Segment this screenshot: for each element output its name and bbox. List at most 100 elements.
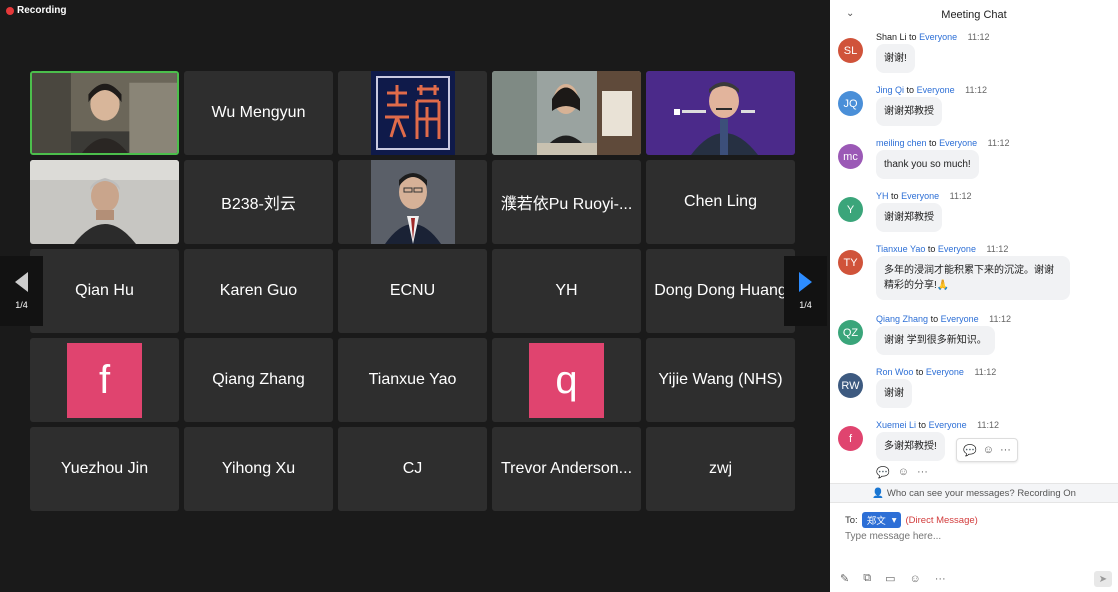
chat-header: ⌄ Meeting Chat	[830, 0, 1118, 30]
message-actions-row: 💬 ☺ ···	[876, 466, 928, 479]
sender-name[interactable]: YH	[876, 191, 889, 201]
emoji-icon[interactable]: ☺	[909, 573, 920, 585]
participant-tile[interactable]: ECNU	[338, 249, 487, 333]
participant-tile[interactable]: Chen Ling	[646, 160, 795, 244]
participant-tile[interactable]: Karen Guo	[184, 249, 333, 333]
recipient-name[interactable]: Everyone	[901, 191, 939, 201]
avatar: f	[838, 426, 863, 451]
chevron-down-icon[interactable]: ⌄	[846, 8, 854, 19]
message-bubble[interactable]: 多谢郑教授!	[876, 432, 945, 461]
reply-icon[interactable]: 💬	[963, 444, 977, 457]
participant-tile[interactable]: Yihong Xu	[184, 427, 333, 511]
participant-tile[interactable]: Dong Dong Huang	[646, 249, 795, 333]
previous-page-button[interactable]: 1/4	[0, 256, 43, 326]
privacy-notice[interactable]: 👤 Who can see your messages? Recording O…	[830, 483, 1118, 503]
participant-tile[interactable]: B238-刘云	[184, 160, 333, 244]
sender-name[interactable]: Qiang Zhang	[876, 314, 928, 324]
participant-tile[interactable]: Yuezhou Jin	[30, 427, 179, 511]
recording-indicator[interactable]: Recording	[6, 5, 66, 16]
more-icon[interactable]: ···	[935, 573, 946, 585]
message-bubble[interactable]: thank you so much!	[876, 150, 979, 179]
send-button[interactable]: ➤	[1094, 571, 1112, 587]
message-input[interactable]	[843, 530, 1107, 543]
next-page-button[interactable]: 1/4	[784, 256, 827, 326]
message-meta: meiling chen to Everyone 11:12	[876, 138, 1009, 148]
meeting-chat-panel: ⌄ Meeting Chat SL Shan Li to Everyone 11…	[830, 0, 1118, 592]
recipient-name[interactable]: Everyone	[919, 32, 957, 42]
participant-tile[interactable]: CJ	[338, 427, 487, 511]
participant-tile[interactable]	[646, 71, 795, 155]
participant-tile[interactable]	[492, 71, 641, 155]
participant-name: Yihong Xu	[221, 460, 296, 477]
recipient-row: To: 郑文 ▾ (Direct Message)	[845, 512, 978, 528]
arrow-right-icon	[799, 272, 812, 292]
participant-tile[interactable]: Trevor Anderson...	[492, 427, 641, 511]
participant-tile[interactable]	[30, 71, 179, 155]
participant-tile[interactable]	[338, 160, 487, 244]
recipient-name[interactable]: Everyone	[941, 314, 979, 324]
participant-tile[interactable]: YH	[492, 249, 641, 333]
message-bubble[interactable]: 谢谢!	[876, 44, 915, 73]
participant-name: CJ	[402, 460, 423, 477]
message-meta: YH to Everyone 11:12	[876, 191, 971, 201]
arrow-left-icon	[15, 272, 28, 292]
participant-tile[interactable]	[30, 160, 179, 244]
participant-tile[interactable]: Qiang Zhang	[184, 338, 333, 422]
participant-name: YH	[555, 282, 578, 299]
sender-name[interactable]: Jing Qi	[876, 85, 904, 95]
participant-tile[interactable]: Tianxue Yao	[338, 338, 487, 422]
sender-name[interactable]: Tianxue Yao	[876, 244, 925, 254]
participant-tile[interactable]: Yijie Wang (NHS)	[646, 338, 795, 422]
message-bubble[interactable]: 多年的浸润才能积累下来的沉淀。谢谢精彩的分享!🙏	[876, 256, 1070, 300]
reply-icon[interactable]: 💬	[876, 466, 890, 479]
sender-name[interactable]: Ron Woo	[876, 367, 913, 377]
recipient-name[interactable]: Everyone	[939, 138, 977, 148]
message-meta: Jing Qi to Everyone 11:12	[876, 85, 987, 95]
sender-name[interactable]: Xuemei Li	[876, 420, 916, 430]
participant-tile[interactable]: 濮若依Pu Ruoyi-...	[492, 160, 641, 244]
recipient-name: 郑文	[866, 516, 886, 527]
avatar: Y	[838, 197, 863, 222]
participant-name: ECNU	[389, 282, 436, 299]
avatar: QZ	[838, 320, 863, 345]
participant-video	[30, 160, 179, 244]
participant-name: 濮若依Pu Ruoyi-...	[500, 196, 633, 213]
participant-tile[interactable]: f	[30, 338, 179, 422]
message-bubble[interactable]: 谢谢 学到很多新知识。	[876, 326, 995, 355]
participant-tile[interactable]: Qian Hu	[30, 249, 179, 333]
sender-name[interactable]: Shan Li	[876, 32, 907, 42]
video-gallery: Recording Wu Mengyun B238-刘云 濮若依Pu Ruoyi…	[0, 0, 830, 592]
participant-name: Trevor Anderson...	[500, 460, 633, 477]
participant-letter-avatar: q	[529, 342, 604, 418]
message-bubble[interactable]: 谢谢郑教授	[876, 97, 942, 126]
participant-tile[interactable]	[338, 71, 487, 155]
avatar: SL	[838, 38, 863, 63]
participant-video	[492, 71, 641, 155]
emoji-reaction-icon[interactable]: ☺	[898, 466, 909, 479]
participant-tile[interactable]: zwj	[646, 427, 795, 511]
message-time: 11:12	[987, 138, 1010, 148]
emoji-reaction-icon[interactable]: ☺	[983, 444, 994, 456]
message-bubble[interactable]: 谢谢	[876, 379, 912, 408]
screenshot-icon[interactable]: ⧉	[863, 572, 871, 585]
recipient-name[interactable]: Everyone	[929, 420, 967, 430]
recipient-name[interactable]: Everyone	[926, 367, 964, 377]
recipient-name[interactable]: Everyone	[917, 85, 955, 95]
participant-tile[interactable]: q	[492, 338, 641, 422]
sender-name[interactable]: meiling chen	[876, 138, 927, 148]
to-word: to	[909, 32, 917, 42]
participant-photo	[370, 160, 455, 244]
recipient-name[interactable]: Everyone	[938, 244, 976, 254]
file-icon[interactable]: ▭	[885, 572, 895, 585]
page-indicator: 1/4	[799, 300, 812, 310]
to-word: to	[891, 191, 899, 201]
message-meta: Shan Li to Everyone 11:12	[876, 32, 989, 42]
more-icon[interactable]: ···	[917, 466, 928, 479]
recipient-dropdown[interactable]: 郑文 ▾	[861, 512, 902, 528]
people-icon: 👤	[872, 487, 884, 499]
more-icon[interactable]: ···	[1000, 444, 1011, 456]
message-bubble[interactable]: 谢谢郑教授	[876, 203, 942, 232]
participant-name: Yuezhou Jin	[60, 460, 149, 477]
participant-tile[interactable]: Wu Mengyun	[184, 71, 333, 155]
format-icon[interactable]: ✎	[840, 572, 849, 585]
